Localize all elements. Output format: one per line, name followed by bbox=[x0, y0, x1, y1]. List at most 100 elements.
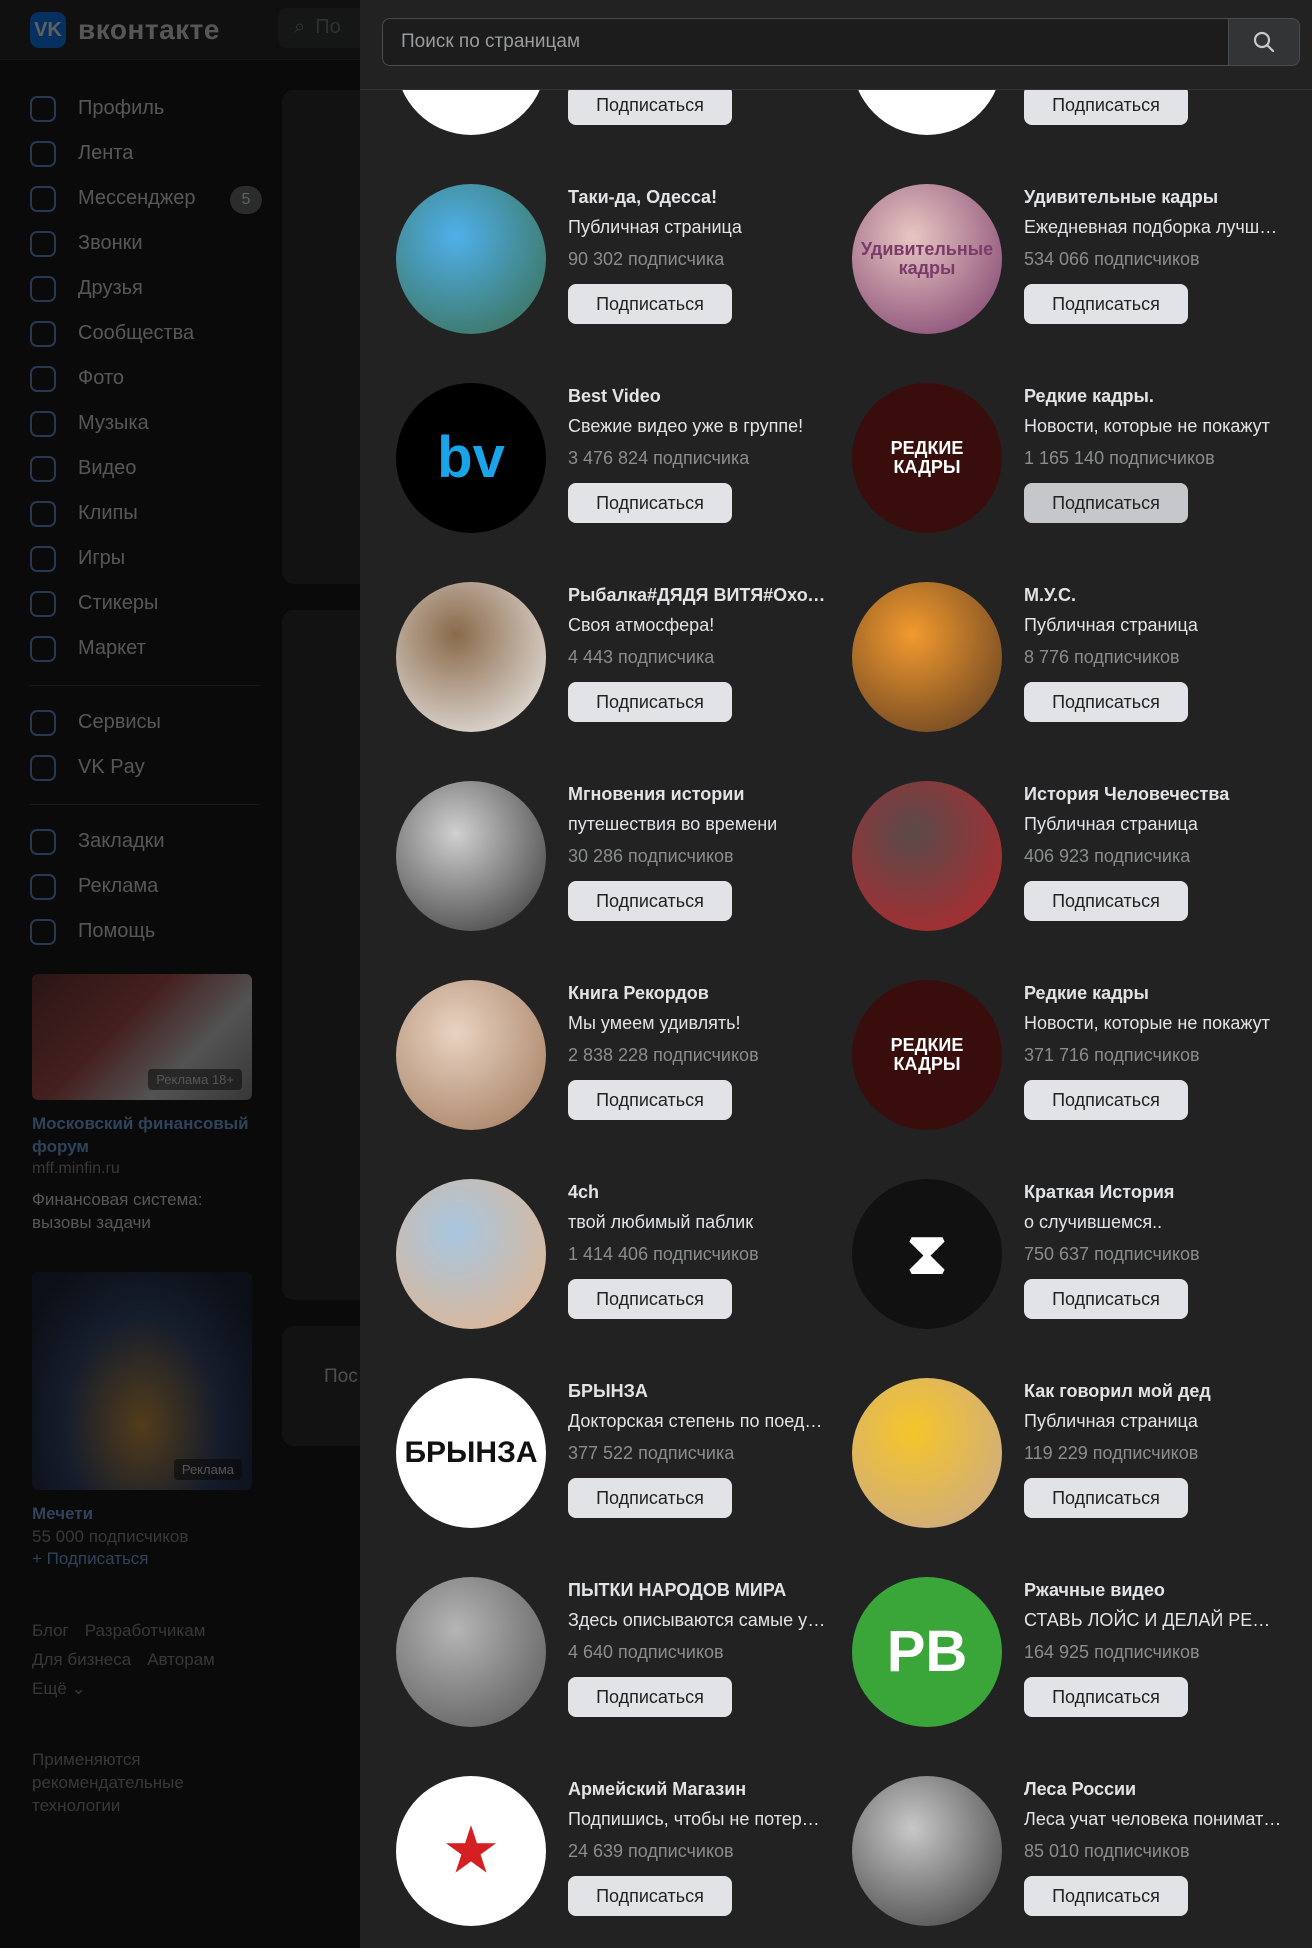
group-name[interactable]: Как говорил мой дед bbox=[1024, 1378, 1282, 1404]
pages-search-input[interactable] bbox=[382, 18, 1230, 66]
subscribe-button[interactable]: Подписаться bbox=[568, 483, 732, 523]
group-name[interactable]: Редкие кадры. bbox=[1024, 383, 1282, 409]
group-avatar[interactable]: БРЫНЗА bbox=[396, 1378, 546, 1528]
sidebar-item[interactable]: Маркет bbox=[30, 626, 270, 671]
group-name[interactable]: Мгновения истории bbox=[568, 781, 826, 807]
group-avatar[interactable] bbox=[396, 184, 546, 334]
subscribe-button[interactable]: Подписаться bbox=[1024, 483, 1188, 523]
group-subscribers: 8 776 подписчиков bbox=[1024, 647, 1180, 667]
ad-block-mosques[interactable]: Реклама Мечети 55 000 подписчиков + Подп… bbox=[32, 1272, 252, 1569]
group-avatar[interactable]: РЕДКИЕ КАДРЫ bbox=[852, 383, 1002, 533]
group-name[interactable]: 4ch bbox=[568, 1179, 826, 1205]
group-avatar[interactable]: Удивительные кадры bbox=[852, 184, 1002, 334]
sidebar-item[interactable]: Сообщества bbox=[30, 311, 270, 356]
group-description: Публичная страница bbox=[1024, 615, 1198, 635]
group-name[interactable]: Редкие кадры bbox=[1024, 980, 1282, 1006]
subscribe-button[interactable]: Подписаться bbox=[1024, 881, 1188, 921]
group-name[interactable]: Таки-да, Одесса! bbox=[568, 184, 826, 210]
subscribe-button[interactable]: Подписаться bbox=[568, 1279, 732, 1319]
subscribe-button[interactable]: Подписаться bbox=[568, 284, 732, 324]
sidebar-item[interactable]: Профиль bbox=[30, 86, 270, 131]
search-button[interactable] bbox=[1228, 18, 1300, 66]
group-avatar[interactable] bbox=[852, 1776, 1002, 1926]
group-name[interactable]: Армейский Магазин bbox=[568, 1776, 826, 1802]
group-name[interactable]: ПЫТКИ НАРОДОВ МИРА bbox=[568, 1577, 826, 1603]
vk-logo[interactable]: VK вконтакте bbox=[30, 12, 220, 48]
group-avatar[interactable]: PB bbox=[852, 1577, 1002, 1727]
group-name[interactable]: История Человечества bbox=[1024, 781, 1282, 807]
photo-icon bbox=[30, 365, 56, 392]
clips-icon bbox=[30, 500, 56, 527]
friends-icon bbox=[30, 275, 56, 302]
sidebar-item[interactable]: Игры bbox=[30, 536, 270, 581]
group-name[interactable]: Книга Рекордов bbox=[568, 980, 826, 1006]
group-avatar[interactable]: РЕДКИЕ КАДРЫ bbox=[852, 980, 1002, 1130]
group-avatar[interactable] bbox=[396, 781, 546, 931]
sidebar-item[interactable]: Закладки bbox=[30, 819, 270, 864]
group-name[interactable]: Леса России bbox=[1024, 1776, 1282, 1802]
subscribe-button[interactable]: Подписаться bbox=[1024, 1080, 1188, 1120]
subscribe-button[interactable]: Подписаться bbox=[568, 881, 732, 921]
group-name[interactable]: М.У.С. bbox=[1024, 582, 1282, 608]
group-avatar[interactable]: ⧗ bbox=[852, 1179, 1002, 1329]
sidebar-item[interactable]: Фото bbox=[30, 356, 270, 401]
footer-link-authors[interactable]: Авторам bbox=[147, 1650, 215, 1669]
group-name[interactable]: Best Video bbox=[568, 383, 826, 409]
sidebar-item[interactable]: Сервисы bbox=[30, 700, 270, 745]
group-info: Краткая История о случившемся.. 750 637 по… bbox=[1024, 1179, 1282, 1319]
sidebar-item[interactable]: Мессенджер 5 bbox=[30, 176, 270, 221]
sidebar-item[interactable]: Видео bbox=[30, 446, 270, 491]
group-name[interactable]: Краткая История bbox=[1024, 1179, 1282, 1205]
sidebar-item[interactable]: Музыка bbox=[30, 401, 270, 446]
ad-subscribe-link[interactable]: + Подписаться bbox=[32, 1549, 252, 1569]
group-avatar[interactable] bbox=[852, 1378, 1002, 1528]
group-avatar[interactable] bbox=[396, 980, 546, 1130]
sidebar-item[interactable]: Клипы bbox=[30, 491, 270, 536]
sidebar-item[interactable]: Лента bbox=[30, 131, 270, 176]
sidebar-item[interactable]: Стикеры bbox=[30, 581, 270, 626]
ad-block-forum[interactable]: Реклама 18+ Московский финансовый форум … bbox=[32, 974, 252, 1234]
group-avatar[interactable]: ★ bbox=[396, 1776, 546, 1926]
subscribe-button[interactable]: Подписаться bbox=[568, 1080, 732, 1120]
sidebar-item[interactable]: VK Pay bbox=[30, 745, 270, 790]
footer-link-developers[interactable]: Разработчикам bbox=[85, 1621, 206, 1640]
subscribe-button[interactable]: Подписаться bbox=[1024, 284, 1188, 324]
subscribe-button[interactable]: Подписаться bbox=[1024, 1876, 1188, 1916]
footer-link-more[interactable]: Ещё ⌄ bbox=[32, 1679, 86, 1698]
group-avatar[interactable] bbox=[396, 1179, 546, 1329]
subscribe-button[interactable]: Подписаться bbox=[1024, 1677, 1188, 1717]
group-avatar[interactable] bbox=[396, 582, 546, 732]
subscribe-button[interactable]: Подписаться bbox=[568, 85, 732, 125]
ad-title[interactable]: Московский финансовый форум bbox=[32, 1112, 252, 1158]
group-name[interactable]: Ржачные видео bbox=[1024, 1577, 1282, 1603]
gamepad-icon bbox=[30, 545, 56, 572]
subscribe-button[interactable]: Подписаться bbox=[568, 682, 732, 722]
group-card: РЕДКИЕ КАДРЫ Редкие кадры Новости, которые… bbox=[816, 950, 1286, 1149]
group-name[interactable]: Рыбалка#ДЯДЯ ВИТЯ#Охота bbox=[568, 582, 826, 608]
group-description: Ежедневная подборка лучших кадров bbox=[1024, 217, 1282, 237]
group-name[interactable]: БРЫНЗА bbox=[568, 1378, 826, 1404]
ad-url[interactable]: mff.minfin.ru bbox=[32, 1160, 252, 1178]
subscribe-button[interactable]: Подписаться bbox=[1024, 1279, 1188, 1319]
sidebar-item[interactable]: Друзья bbox=[30, 266, 270, 311]
ad-title[interactable]: Мечети bbox=[32, 1502, 252, 1525]
subscribe-button[interactable]: Подписаться bbox=[568, 1677, 732, 1717]
subscribe-button[interactable]: Подписаться bbox=[568, 1478, 732, 1518]
ad-image-mosque[interactable]: Реклама bbox=[32, 1272, 252, 1490]
footer-link-business[interactable]: Для бизнеса bbox=[32, 1650, 131, 1669]
ad-image-forum[interactable]: Реклама 18+ bbox=[32, 974, 252, 1100]
subscribe-button[interactable]: Подписаться bbox=[1024, 85, 1188, 125]
subscribe-button[interactable]: Подписаться bbox=[1024, 1478, 1188, 1518]
group-avatar[interactable]: bv bbox=[396, 383, 546, 533]
group-name[interactable]: Удивительные кадры bbox=[1024, 184, 1282, 210]
group-avatar[interactable] bbox=[852, 582, 1002, 732]
sidebar-item[interactable]: Звонки bbox=[30, 221, 270, 266]
subscribe-button[interactable]: Подписаться bbox=[568, 1876, 732, 1916]
footer-link-blog[interactable]: Блог bbox=[32, 1621, 69, 1640]
group-avatar[interactable] bbox=[396, 1577, 546, 1727]
group-avatar[interactable] bbox=[852, 781, 1002, 931]
sidebar-item[interactable]: Помощь bbox=[30, 909, 270, 954]
group-card: М.У.С. Публичная страница 8 776 подписчико… bbox=[816, 552, 1286, 751]
sidebar-item[interactable]: Реклама bbox=[30, 864, 270, 909]
subscribe-button[interactable]: Подписаться bbox=[1024, 682, 1188, 722]
